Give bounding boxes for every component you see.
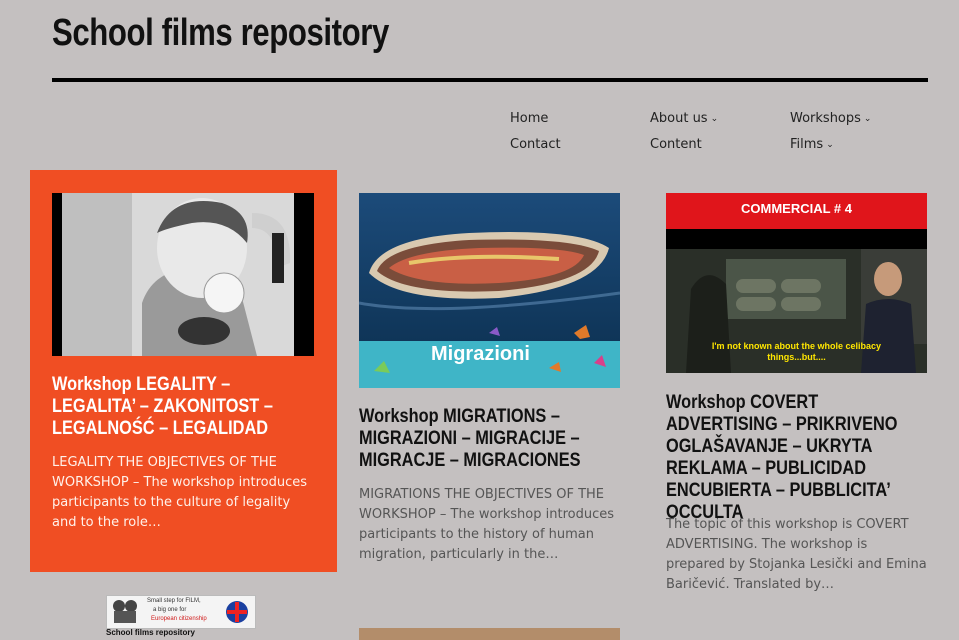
logo-line-3: European citizenship (151, 616, 207, 622)
nav-workshops-label: Workshops (790, 111, 861, 126)
film-camera-icon (113, 600, 137, 623)
nav-item-films[interactable]: Films ⌄ (790, 137, 834, 152)
site-title[interactable]: School films repository (52, 12, 389, 55)
post-thumbnail-legality[interactable] (52, 193, 314, 356)
chevron-down-icon: ⌄ (710, 114, 719, 124)
logo-line-1: Small step for FILM, (147, 598, 201, 604)
film-subtitle-line-2: things...but.... (767, 352, 826, 362)
post-thumbnail-covert-advertising[interactable]: COMMERCIAL # 4 I'm not known about the w… (666, 193, 927, 373)
post-excerpt-migrations: MIGRATIONS THE OBJECTIVES OF THE WORKSHO… (359, 487, 614, 562)
post-title-legality[interactable]: Workshop LEGALITY – LEGALITA’ – ZAKONITO… (52, 374, 310, 440)
nav-about-label: About us (650, 111, 708, 126)
migrazioni-caption: Migrazioni (431, 343, 530, 365)
post-excerpt-covert-advertising: The topic of this workshop is COVERT ADV… (666, 517, 927, 592)
post-thumbnail-next[interactable] (359, 628, 620, 640)
header-rule (52, 78, 928, 82)
post-thumbnail-migrations[interactable]: Migrazioni (359, 193, 620, 388)
footer-logo[interactable]: Small step for FILM, a big one for Europ… (106, 595, 256, 629)
chevron-down-icon: ⌄ (863, 114, 872, 124)
nav-item-about[interactable]: About us ⌄ (650, 111, 718, 126)
flags-circle-icon (226, 601, 248, 623)
chevron-down-icon: ⌄ (826, 140, 834, 150)
nav-item-workshops[interactable]: Workshops ⌄ (790, 111, 871, 126)
footer-caption: School films repository (106, 628, 195, 637)
nav-item-contact[interactable]: Contact (510, 137, 561, 152)
nav-item-content[interactable]: Content (650, 137, 702, 152)
nav-films-label: Films (790, 137, 824, 152)
commercial-banner-text: COMMERCIAL # 4 (741, 201, 852, 216)
film-subtitle-line-1: I'm not known about the whole celibacy (711, 341, 882, 351)
boy-bubblegum-photo-icon (52, 193, 314, 356)
post-excerpt-legality: LEGALITY THE OBJECTIVES OF THE WORKSHOP … (52, 455, 307, 530)
post-title-migrations[interactable]: Workshop MIGRATIONS – MIGRAZIONI – MIGRA… (359, 406, 617, 472)
logo-line-2: a big one for (153, 607, 187, 613)
nav-item-home[interactable]: Home (510, 111, 548, 126)
post-title-covert-advertising[interactable]: Workshop COVERT ADVERTISING – PRIKRIVENO… (666, 392, 924, 524)
